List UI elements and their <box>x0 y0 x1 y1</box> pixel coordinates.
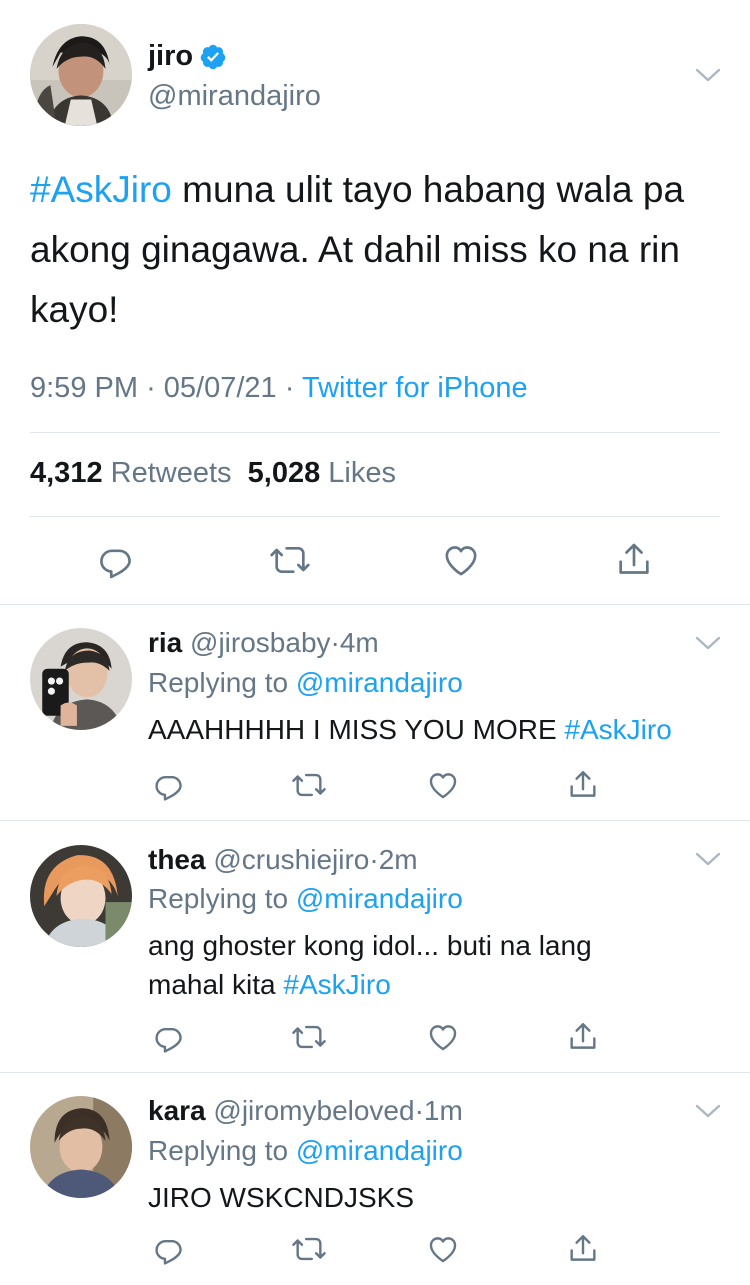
divider <box>0 604 750 605</box>
reply-time: 1m <box>423 1095 463 1126</box>
hashtag-link[interactable]: #AskJiro <box>564 714 671 745</box>
likes-stat[interactable]: 5,028 Likes <box>248 457 396 489</box>
reply-author-handle[interactable]: @jirosbaby <box>190 627 330 658</box>
reply-author-name[interactable]: thea <box>148 844 206 875</box>
retweet-icon[interactable] <box>290 1020 328 1054</box>
reply-icon[interactable] <box>152 768 186 802</box>
retweets-count: 4,312 <box>30 457 103 489</box>
replying-to-link[interactable]: @mirandajiro <box>296 1135 463 1166</box>
avatar[interactable] <box>30 628 132 730</box>
author-name-row: jiro <box>148 40 227 73</box>
share-icon[interactable] <box>614 540 654 580</box>
like-icon[interactable] <box>426 768 460 802</box>
replying-to: Replying to @mirandajiro <box>148 667 463 699</box>
reply-name-row: kara @jiromybeloved·1m <box>148 1095 463 1127</box>
meta-separator: · <box>284 372 295 404</box>
share-icon[interactable] <box>566 1232 600 1266</box>
reply-icon[interactable] <box>152 1020 186 1054</box>
meta-separator: · <box>414 1095 424 1126</box>
reply-time: 2m <box>378 844 418 875</box>
meta-separator: · <box>330 627 340 658</box>
reply-author-name[interactable]: ria <box>148 627 182 658</box>
author-handle[interactable]: @mirandajiro <box>148 80 321 113</box>
reply-text: AAAHHHHH I MISS YOU MORE #AskJiro <box>148 710 728 749</box>
divider <box>0 820 750 821</box>
author-name[interactable]: jiro <box>148 40 193 73</box>
tweet-meta: 9:59 PM · 05/07/21 · Twitter for iPhone <box>30 372 528 405</box>
reply-name-row: ria @jirosbaby·4m <box>148 627 379 659</box>
divider <box>0 1072 750 1073</box>
replying-to: Replying to @mirandajiro <box>148 1135 463 1167</box>
retweets-label: Retweets <box>110 457 232 489</box>
main-tweet: jiro @mirandajiro #AskJiro muna ulit tay… <box>0 0 750 604</box>
reply-icon[interactable] <box>96 540 136 580</box>
chevron-down-icon[interactable] <box>694 850 722 868</box>
replying-to-link[interactable]: @mirandajiro <box>296 667 463 698</box>
replying-label: Replying to <box>148 1135 289 1166</box>
avatar[interactable] <box>30 1096 132 1198</box>
retweet-icon[interactable] <box>290 1232 328 1266</box>
retweet-icon[interactable] <box>290 768 328 802</box>
replying-label: Replying to <box>148 883 289 914</box>
divider <box>30 516 720 517</box>
like-icon[interactable] <box>426 1020 460 1054</box>
reply-text: ang ghoster kong idol... buti na lang ma… <box>148 926 658 1004</box>
tweet-source-link[interactable]: Twitter for iPhone <box>302 372 528 404</box>
likes-label: Likes <box>328 457 396 489</box>
hashtag-link[interactable]: #AskJiro <box>283 969 390 1000</box>
divider <box>30 432 720 433</box>
retweets-stat[interactable]: 4,312 Retweets <box>30 457 232 489</box>
reply-body: AAAHHHHH I MISS YOU MORE <box>148 714 565 745</box>
avatar[interactable] <box>30 845 132 947</box>
like-icon[interactable] <box>426 1232 460 1266</box>
likes-count: 5,028 <box>247 457 321 489</box>
tweet-date: 05/07/21 <box>163 372 277 404</box>
reply-text: JIRO WSKCNDJSKS <box>148 1178 728 1217</box>
like-icon[interactable] <box>441 540 481 580</box>
reply-body: JIRO WSKCNDJSKS <box>148 1182 415 1213</box>
meta-separator: · <box>369 844 379 875</box>
replying-to-link[interactable]: @mirandajiro <box>296 883 463 914</box>
chevron-down-icon[interactable] <box>694 634 722 652</box>
tweet-text: #AskJiro muna ulit tayo habang wala pa a… <box>30 160 720 340</box>
tweet-time: 9:59 PM <box>30 372 138 404</box>
avatar[interactable] <box>30 24 132 126</box>
share-icon[interactable] <box>566 1020 600 1054</box>
replying-to: Replying to @mirandajiro <box>148 883 463 915</box>
reply-icon[interactable] <box>152 1232 186 1266</box>
meta-separator: · <box>146 372 156 404</box>
hashtag-link[interactable]: #AskJiro <box>30 169 172 210</box>
reply-author-handle[interactable]: @crushiejiro <box>213 844 369 875</box>
reply-author-handle[interactable]: @jiromybeloved <box>213 1095 414 1126</box>
reply-author-name[interactable]: kara <box>148 1095 206 1126</box>
chevron-down-icon[interactable] <box>694 66 722 84</box>
share-icon[interactable] <box>566 768 600 802</box>
reply-time: 4m <box>339 627 379 658</box>
tweet-stats: 4,312 Retweets 5,028 Likes <box>30 457 396 490</box>
reply-name-row: thea @crushiejiro·2m <box>148 844 418 876</box>
verified-badge-icon <box>199 43 227 71</box>
replying-label: Replying to <box>148 667 289 698</box>
chevron-down-icon[interactable] <box>694 1102 722 1120</box>
retweet-icon[interactable] <box>268 540 312 580</box>
